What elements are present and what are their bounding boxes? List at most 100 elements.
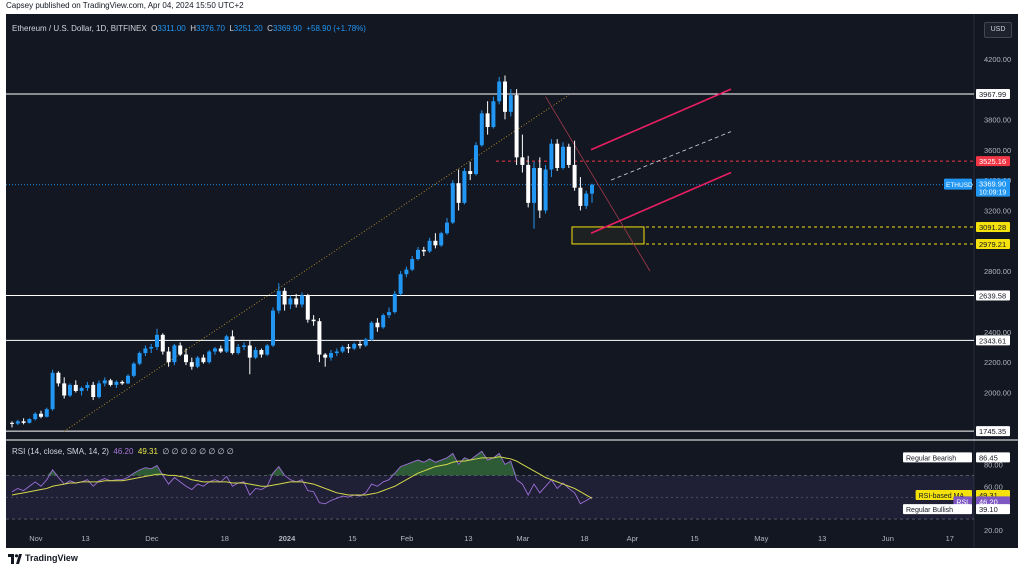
open-value: 3311.00 [157, 24, 186, 33]
candle-body [91, 384, 96, 398]
candle-body [416, 249, 420, 259]
candle-body [346, 346, 351, 349]
brand-name: TradingView [25, 553, 78, 563]
x-axis-tick-label: Feb [400, 534, 413, 543]
candle-body [352, 343, 357, 349]
rsi-legend-value: 46.20 [113, 447, 134, 456]
candle-body [195, 357, 200, 367]
countdown-label: 10:09:19 [979, 190, 1006, 197]
price-tick-label: 2200.00 [984, 358, 1011, 367]
candle-body [514, 95, 519, 158]
chart-frame[interactable]: 4200.003800.003600.003400.003200.002800.… [6, 14, 1018, 548]
price-tick-label: 2800.00 [984, 267, 1011, 276]
candle-body [21, 421, 26, 423]
candle-body [265, 345, 270, 355]
candle-body [126, 375, 130, 384]
candle-body [537, 167, 542, 211]
candle-body [189, 362, 194, 367]
candle-body [73, 384, 78, 391]
x-axis-tick-label: 2024 [279, 534, 297, 543]
candle-body [102, 380, 107, 384]
symbol-title: Ethereum / U.S. Dollar, 1D, BITFINEX [12, 24, 147, 33]
currency-button[interactable]: USD [984, 22, 1012, 38]
rsi-badge-name: Regular Bearish [906, 455, 956, 462]
candle-body [584, 193, 589, 206]
candle-body [340, 346, 345, 352]
candle-body [404, 269, 409, 275]
publisher-text: Capsey published on TradingView.com, Apr… [6, 1, 244, 10]
candle-body [294, 298, 299, 305]
candle-body [456, 183, 461, 203]
candle-body [578, 187, 583, 206]
candle-body [224, 336, 229, 352]
candle-body [56, 372, 61, 384]
rsi-badge-value: 39.10 [979, 505, 998, 514]
candle-body [311, 319, 316, 322]
candle-body [474, 145, 478, 175]
candle-body [387, 312, 391, 316]
footer-bar: TradingView [0, 548, 1024, 570]
candle-body [329, 353, 333, 358]
candle-body [305, 295, 310, 320]
rsi-legend: RSI (14, close, SMA, 14, 2) 46.20 49.31 … [12, 447, 234, 456]
price-tick-label: 2000.00 [984, 388, 1011, 397]
x-axis-tick-label: Nov [29, 534, 43, 543]
level-price-label: 3967.99 [979, 90, 1006, 99]
support-zone-box [571, 226, 645, 245]
x-axis-tick-label: 15 [348, 534, 356, 543]
x-axis-tick-label: 13 [464, 534, 472, 543]
candle-body [572, 164, 577, 188]
close-value: 3369.90 [272, 24, 302, 33]
candle-body [503, 81, 507, 112]
candle-body [120, 381, 125, 384]
high-value: 3376.70 [195, 24, 225, 33]
candle-body [561, 146, 565, 168]
candle-body [317, 321, 322, 355]
candle-body [445, 222, 449, 234]
candle-body [491, 101, 496, 128]
level-price-label: 2979.21 [979, 240, 1006, 249]
candle-body [68, 384, 72, 396]
candle-body [375, 322, 380, 328]
candle-body [253, 350, 258, 358]
rsi-tick-label: 20.00 [984, 526, 1003, 535]
candle-body [33, 413, 38, 420]
candle-body [97, 383, 101, 398]
rsi-ma-legend-value: 49.31 [137, 447, 158, 456]
candle-body [427, 240, 432, 252]
low-value: 3251.20 [233, 24, 263, 33]
candle-body [485, 113, 490, 128]
candle-body [131, 363, 136, 376]
symbol-badge-label: ETHUSD [946, 182, 973, 189]
candle-body [15, 421, 20, 424]
x-axis-tick-label: May [754, 534, 768, 543]
change-value: +58.90 (+1.78%) [306, 24, 366, 33]
candle-body [282, 290, 287, 305]
price-tick-label: 3600.00 [984, 146, 1011, 155]
publisher-bar: Capsey published on TradingView.com, Apr… [0, 0, 1024, 14]
candle-body [207, 351, 212, 363]
candle-body [398, 274, 403, 294]
chart-canvas[interactable]: 4200.003800.003600.003400.003200.002800.… [6, 14, 1018, 548]
candle-body [462, 171, 467, 203]
candle-body [450, 183, 455, 223]
candle-body [166, 351, 171, 363]
x-axis-tick-label: 15 [690, 534, 698, 543]
candle-body [479, 113, 484, 146]
rsi-label: RSI (14, close, SMA, 14, 2) [12, 447, 109, 456]
rsi-badge-value: 86.45 [979, 453, 998, 462]
level-price-label: 2639.58 [979, 291, 1006, 300]
candle-body [421, 249, 426, 252]
level-price-label: 2343.61 [979, 336, 1006, 345]
trendline-dotted [63, 94, 570, 432]
x-axis-tick-label: 18 [580, 534, 588, 543]
candle-body [358, 343, 362, 346]
candle-body [381, 315, 386, 328]
candle-body [242, 345, 246, 347]
candle-body [213, 348, 217, 352]
candle-body [276, 290, 281, 311]
x-axis-tick-label: Jun [882, 534, 894, 543]
candle-body [201, 357, 206, 363]
candle-body [236, 346, 241, 354]
candle-body [247, 345, 252, 358]
